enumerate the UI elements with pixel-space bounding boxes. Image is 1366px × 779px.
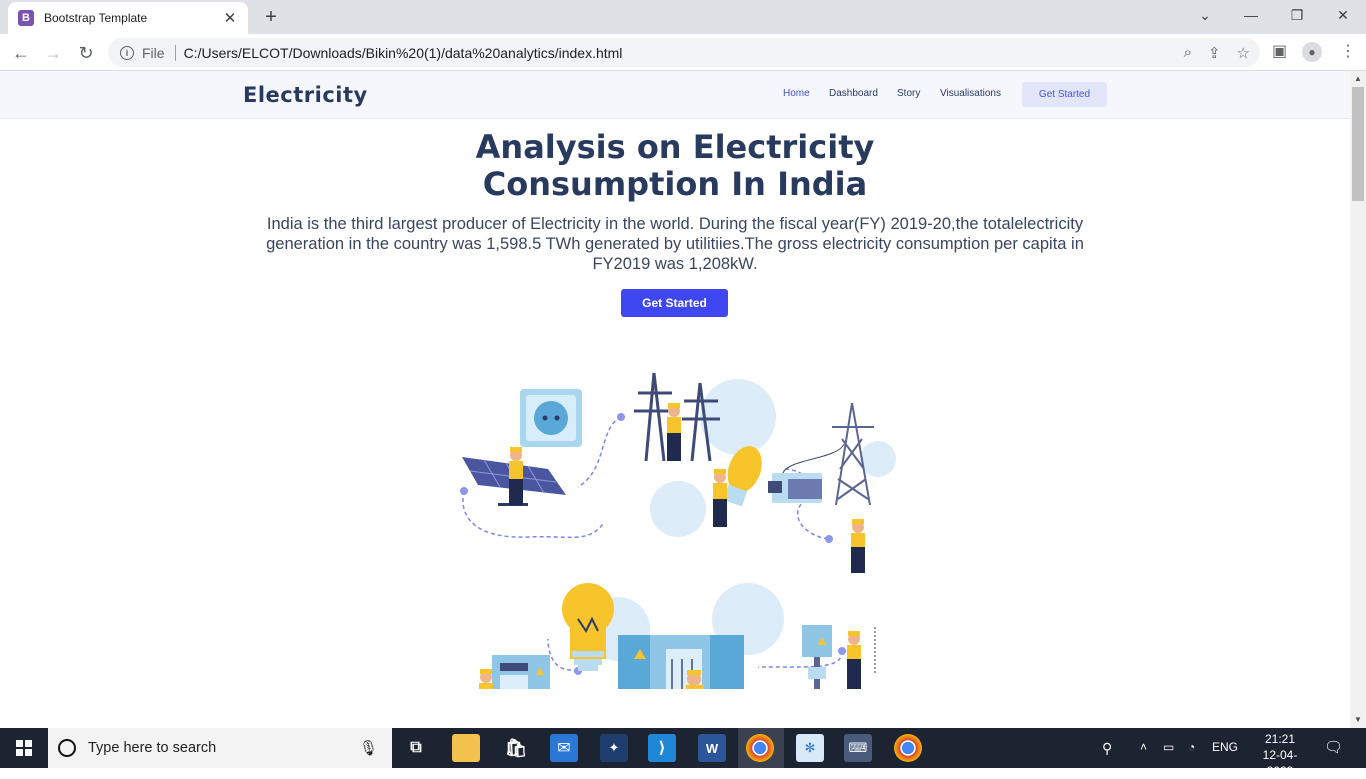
page-viewport: Electricity Home Dashboard Story Visuali… (0, 71, 1350, 728)
site-header: Electricity Home Dashboard Story Visuali… (0, 71, 1350, 119)
reload-icon[interactable]: ↻ (73, 40, 99, 66)
meter-box-icon (802, 625, 876, 689)
zoom-search-icon[interactable]: ⌕ (1184, 44, 1192, 62)
snipping-icon[interactable]: ✻ (796, 734, 824, 762)
hero-title-line-1: Analysis on Electricity (475, 128, 875, 166)
language-indicator[interactable]: ENG (1212, 740, 1238, 754)
word-icon[interactable]: W (698, 734, 726, 762)
windows-taskbar: Type here to search 🎙 ⧉ 🛍 ✉ ✦ ⟩ W ✻ ⌨ ⚲ … (0, 728, 1366, 778)
profile-avatar-icon[interactable]: ● (1302, 42, 1322, 62)
notifications-icon[interactable]: 🗨 (1324, 738, 1343, 756)
wifi-icon[interactable]: ◔ (1188, 740, 1195, 754)
tab-title: Bootstrap Template (44, 11, 148, 25)
taskbar-search-placeholder: Type here to search (88, 740, 217, 756)
task-view-icon[interactable]: ⧉ (402, 734, 430, 762)
settings-app-icon[interactable]: ⌨ (844, 734, 872, 762)
clock-time: 21:21 (1264, 732, 1296, 746)
scroll-down-arrow-icon[interactable]: ▼ (1354, 715, 1362, 724)
nav-visualisations[interactable]: Visualisations (940, 88, 1001, 99)
close-tab-icon[interactable]: ✕ (222, 9, 238, 27)
back-arrow-icon[interactable]: ← (8, 40, 34, 66)
tableau-icon[interactable]: ✦ (600, 734, 628, 762)
wall-socket-icon (520, 389, 582, 447)
microsoft-store-icon[interactable]: 🛍 (502, 734, 530, 762)
browser-menu-icon[interactable]: ⋮ (1340, 41, 1356, 61)
taskbar-clock[interactable]: 21:21 12-04-2023 (1252, 731, 1308, 779)
battery-icon[interactable]: ▭ (1163, 740, 1174, 754)
share-icon[interactable]: ⇪ (1208, 44, 1221, 62)
bookmark-star-icon[interactable]: ☆ (1237, 44, 1250, 62)
taskbar-search-box[interactable]: Type here to search 🎙 (48, 728, 392, 768)
transformer-icon (768, 443, 845, 503)
mail-icon[interactable]: ✉ (550, 734, 578, 762)
page-scrollbar[interactable]: ▲ ▼ (1350, 71, 1366, 728)
browser-toolbar: ← → ↻ i File C:/Users/ELCOT/Downloads/Bi… (0, 34, 1366, 71)
clock-date: 12-04-2023 (1262, 748, 1298, 778)
hero-title: Analysis on Electricity Consumption In I… (375, 129, 975, 203)
site-info-icon[interactable]: i (120, 45, 134, 60)
nav-get-started-button[interactable]: Get Started (1022, 82, 1107, 107)
hero-get-started-button[interactable]: Get Started (621, 289, 728, 317)
address-bar[interactable]: i File C:/Users/ELCOT/Downloads/Bikin%20… (108, 38, 1260, 67)
new-tab-button[interactable]: + (260, 6, 282, 28)
forward-arrow-icon[interactable]: → (40, 40, 66, 66)
show-hidden-icons-chevron-icon[interactable]: ˄ (1140, 740, 1147, 754)
file-explorer-icon[interactable] (452, 734, 480, 762)
people-icon[interactable]: ⚲ (1102, 740, 1112, 757)
cortana-circle-icon (58, 739, 76, 757)
windows-start-button[interactable] (0, 728, 48, 768)
nav-dashboard[interactable]: Dashboard (829, 88, 878, 99)
chrome-profile-icon[interactable] (894, 734, 922, 762)
hero-title-line-2: Consumption In India (482, 165, 868, 203)
chrome-icon[interactable] (746, 734, 774, 762)
windows-logo-icon (16, 740, 32, 756)
browser-tab-strip: B Bootstrap Template ✕ + ⌄ — ❐ ✕ (0, 0, 1366, 34)
vs-code-icon[interactable]: ⟩ (648, 734, 676, 762)
scrollbar-thumb[interactable] (1352, 87, 1364, 201)
minimize-button[interactable]: — (1228, 0, 1274, 30)
address-divider (174, 44, 176, 61)
url-text[interactable]: C:/Users/ELCOT/Downloads/Bikin%20(1)/dat… (184, 45, 623, 61)
side-panel-icon[interactable]: ▣ (1272, 41, 1287, 61)
bootstrap-favicon-icon: B (18, 10, 34, 26)
site-logo[interactable]: Electricity (243, 83, 368, 107)
nav-story[interactable]: Story (897, 88, 920, 99)
scroll-up-arrow-icon[interactable]: ▲ (1354, 74, 1362, 83)
control-panel-icon (492, 655, 550, 689)
tab-search-chevron-icon[interactable]: ⌄ (1182, 0, 1228, 30)
hero-description: India is the third largest producer of E… (266, 215, 1084, 273)
restore-button[interactable]: ❐ (1274, 0, 1320, 30)
nav-home[interactable]: Home (783, 88, 810, 99)
file-scheme-label: File (142, 44, 165, 61)
electrical-cabinet-icon (618, 635, 744, 689)
close-window-button[interactable]: ✕ (1320, 0, 1366, 30)
microphone-icon[interactable]: 🎙 (359, 739, 378, 757)
browser-tab[interactable]: B Bootstrap Template ✕ (8, 2, 248, 34)
electricians-illustration (460, 372, 896, 689)
